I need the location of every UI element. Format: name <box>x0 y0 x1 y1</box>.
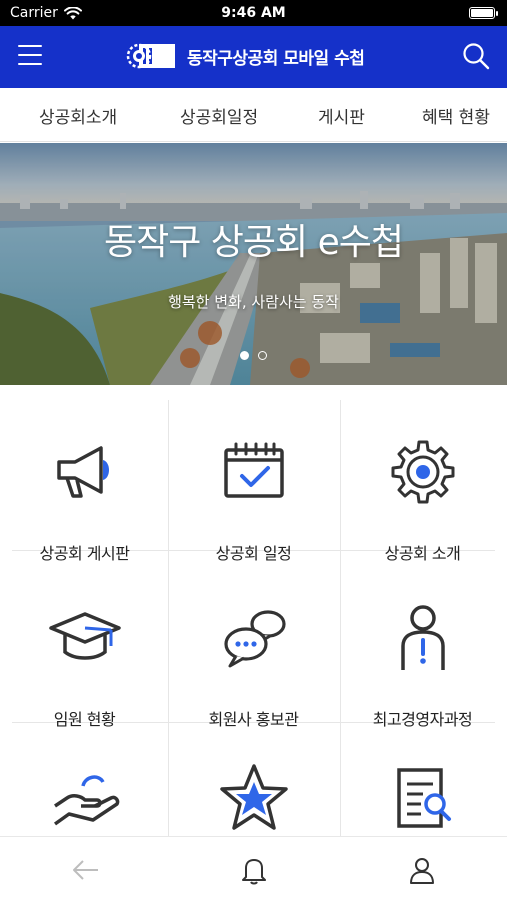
status-bar: Carrier 9:46 AM <box>0 0 507 26</box>
calendar-check-icon <box>223 442 284 498</box>
bottom-tab-bar <box>0 836 507 900</box>
bell-icon[interactable] <box>238 855 270 885</box>
menu-label-board: 상공회 게시판 <box>39 544 130 563</box>
person-info-icon <box>400 605 445 670</box>
menu-label-executives: 임원 현황 <box>53 710 116 729</box>
tab-intro[interactable]: 상공회소개 <box>39 103 117 128</box>
brand: 동작구상공회 모바일 수첩 <box>125 40 365 72</box>
carousel-dots <box>0 351 507 360</box>
hero-banner[interactable]: 동작구 상공회 e수첩 행복한 변화, 사람사는 동작 <box>0 143 507 385</box>
banner-subline: 행복한 변화, 사람사는 동작 <box>168 293 339 311</box>
hamburger-menu-icon[interactable] <box>18 45 42 67</box>
hand-giving-icon <box>53 775 119 826</box>
menu-item-executives[interactable]: 임원 현황 <box>0 580 169 730</box>
app-title: 동작구상공회 모바일 수첩 <box>187 48 365 69</box>
user-icon[interactable] <box>406 855 438 885</box>
megaphone-icon <box>56 446 109 498</box>
menu-label-schedule: 상공회 일정 <box>215 544 292 563</box>
logo-gear-icon <box>126 43 175 69</box>
back-arrow-icon[interactable] <box>70 855 102 885</box>
menu-item-members-promo[interactable]: 회원사 홍보관 <box>169 580 338 730</box>
battery-icon <box>469 7 498 19</box>
menu-item-ceo-course[interactable]: 최고경영자과정 <box>338 580 507 730</box>
banner-headline: 동작구 상공회 e수첩 <box>104 222 404 263</box>
chat-bubbles-icon <box>223 610 286 668</box>
menu-item-intro[interactable]: 상공회 소개 <box>338 414 507 564</box>
category-tabs: 상공회소개 상공회일정 게시판 혜택 현황 <box>0 88 507 142</box>
carousel-dot-2[interactable] <box>258 351 267 360</box>
document-search-icon <box>396 768 451 828</box>
menu-label-intro: 상공회 소개 <box>384 544 461 563</box>
tab-board[interactable]: 게시판 <box>318 103 365 128</box>
star-icon <box>219 764 288 830</box>
menu-item-schedule[interactable]: 상공회 일정 <box>169 414 338 564</box>
clock: 9:46 AM <box>221 5 286 21</box>
menu-item-board[interactable]: 상공회 게시판 <box>0 414 169 564</box>
menu-label-members-promo: 회원사 홍보관 <box>208 710 299 729</box>
tab-schedule[interactable]: 상공회일정 <box>180 103 258 128</box>
battery-level <box>471 9 493 17</box>
gear-icon <box>391 440 454 504</box>
graduation-cap-icon <box>48 612 121 660</box>
menu-grid: 상공회 게시판 상공회 일정 상공회 소개 임원 현황 회원사 홍보관 최고경영… <box>0 400 507 836</box>
search-icon[interactable] <box>461 41 491 71</box>
carousel-dot-1[interactable] <box>240 351 249 360</box>
menu-label-ceo-course: 최고경영자과정 <box>372 710 473 729</box>
tab-benefits[interactable]: 혜택 현황 <box>422 103 490 128</box>
app-header: 동작구상공회 모바일 수첩 <box>0 26 507 88</box>
